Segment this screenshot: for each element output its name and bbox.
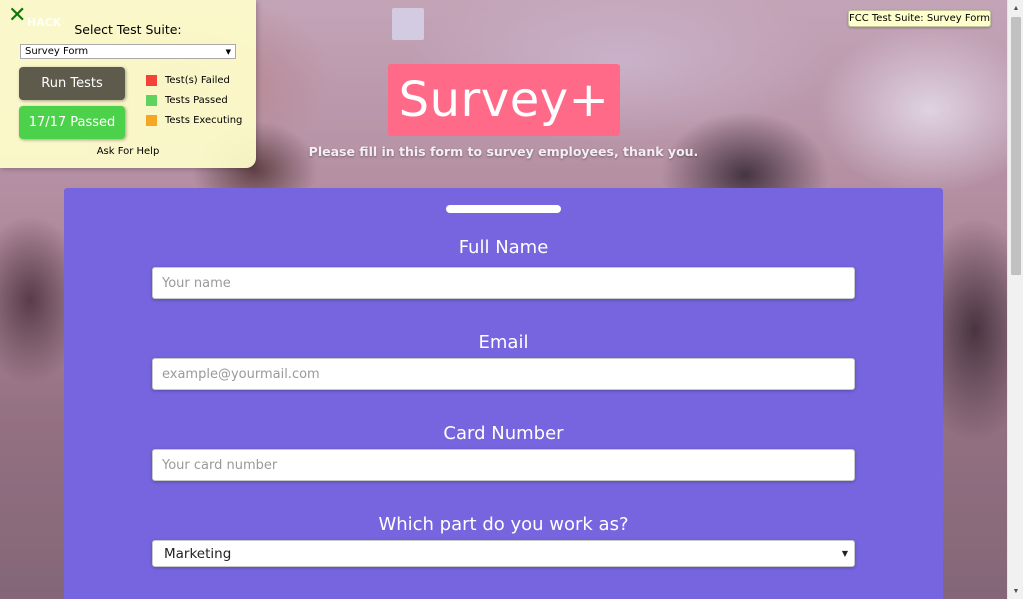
legend-executing: Tests Executing [146,115,242,126]
fcc-test-panel: HACK ✕ Select Test Suite: Survey Form ▼ … [0,0,256,168]
test-suite-selected-value: Survey Form [25,46,89,57]
scroll-down-icon[interactable]: ▼ [1008,583,1023,599]
select-suite-label: Select Test Suite: [74,22,182,37]
card-number-input[interactable] [152,449,855,481]
legend-failed-swatch [146,75,157,86]
test-results-button[interactable]: 17/17 Passed [19,106,125,139]
legend-executing-label: Tests Executing [165,115,243,126]
form-handle [446,205,561,213]
email-label: Email [478,332,529,353]
legend-executing-swatch [146,115,157,126]
full-name-input[interactable] [152,267,855,299]
department-select[interactable]: Marketing ▼ [152,540,855,567]
legend-failed-label: Test(s) Failed [165,75,230,86]
full-name-label: Full Name [458,237,549,258]
logo-text: Survey+ [398,72,610,128]
legend-passed-label: Tests Passed [165,95,228,106]
test-suite-badge: FCC Test Suite: Survey Form [848,10,991,27]
vertical-scrollbar[interactable]: ▲ ▼ [1007,0,1023,599]
department-selected-value: Marketing [164,545,232,562]
logo: Survey+ [388,64,620,136]
legend-failed: Test(s) Failed [146,75,230,86]
chevron-down-icon: ▼ [225,47,231,56]
department-label: Which part do you work as? [378,514,629,535]
scroll-up-icon[interactable]: ▲ [1008,0,1023,16]
card-number-label: Card Number [443,423,564,444]
scrollbar-thumb[interactable] [1011,17,1021,275]
legend-passed-swatch [146,95,157,106]
ask-for-help-link[interactable]: Ask For Help [0,146,256,157]
background-window [392,8,424,40]
test-suite-select[interactable]: Survey Form ▼ [20,44,236,59]
survey-form: Full Name Email Card Number Which part d… [64,188,943,599]
run-tests-button[interactable]: Run Tests [19,67,125,100]
legend-passed: Tests Passed [146,95,228,106]
chevron-down-icon: ▼ [841,549,848,558]
email-input[interactable] [152,358,855,390]
